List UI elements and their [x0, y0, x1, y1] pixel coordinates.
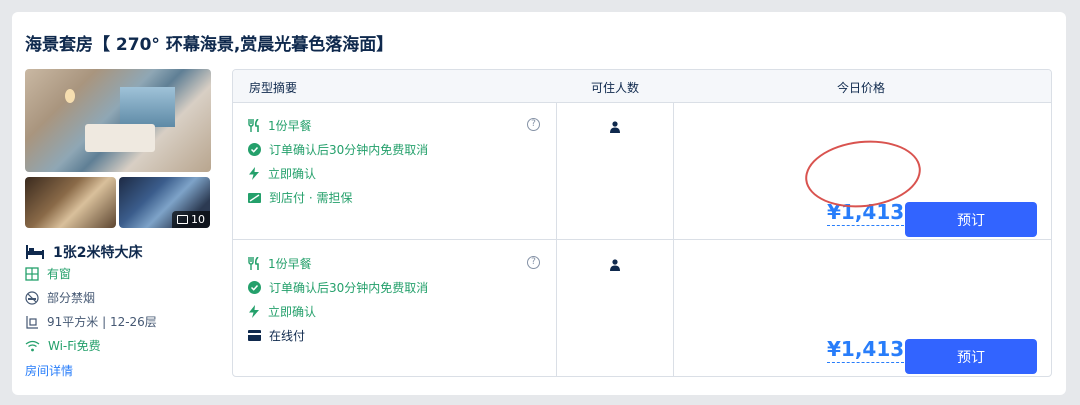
payment-label: 在线付: [269, 329, 306, 343]
area-icon: [26, 315, 38, 329]
no-smoking-icon: [25, 290, 39, 305]
payment-feature: 在线付: [248, 327, 305, 344]
room-photo-thumb-1[interactable]: [25, 177, 116, 228]
wifi-attr: Wi-Fi免费: [25, 337, 101, 354]
photo-count-badge: 10: [172, 211, 210, 228]
card-icon: [248, 330, 261, 341]
question-icon[interactable]: ?: [527, 256, 540, 269]
person-icon: [610, 259, 620, 271]
wifi-label: Wi-Fi免费: [48, 339, 101, 353]
fork-knife-icon: [248, 119, 259, 132]
area-attr: 91平方米 | 12-26层: [25, 313, 157, 330]
header-occupancy: 可住人数: [591, 81, 640, 95]
bed-type: 1张2米特大床: [25, 242, 142, 262]
photo-count: 10: [191, 213, 205, 226]
confirm-feature: 立即确认: [248, 303, 316, 320]
window-attr: 有窗: [25, 265, 71, 282]
payment-feature: 到店付 · 需担保: [248, 189, 352, 206]
question-icon[interactable]: ?: [527, 118, 540, 131]
header-price: 今日价格: [837, 81, 886, 95]
rate-table: 房型摘要 可住人数 今日价格 1份早餐 ? 订单确认后30分钟内免费取消 立即确…: [232, 69, 1052, 377]
table-row: 1份早餐 ? 订单确认后30分钟内免费取消 立即确认: [233, 103, 1051, 240]
confirm-label: 立即确认: [268, 305, 317, 319]
lightning-icon: [249, 167, 259, 180]
window-icon: [25, 266, 39, 281]
breakfast-label: 1份早餐: [268, 257, 312, 271]
person-icon: [610, 121, 620, 133]
payment-label: 到店付 · 需担保: [269, 191, 353, 205]
room-photo-thumb-2[interactable]: 10: [119, 177, 210, 228]
area-label: 91平方米 | 12-26层: [47, 315, 157, 329]
cancel-feature: 订单确认后30分钟内免费取消: [248, 141, 428, 158]
confirm-feature: 立即确认: [248, 165, 316, 182]
room-photo-main[interactable]: [25, 69, 211, 172]
image-icon: [177, 215, 188, 224]
price[interactable]: ¥1,413: [827, 337, 905, 363]
book-button[interactable]: 预订: [905, 339, 1037, 374]
breakfast-feature: 1份早餐: [248, 255, 312, 272]
cancel-feature: 订单确认后30分钟内免费取消: [248, 279, 428, 296]
book-button[interactable]: 预订: [905, 202, 1037, 237]
header-summary: 房型摘要: [249, 81, 298, 95]
smoking-attr: 部分禁烟: [25, 289, 95, 306]
table-row: 1份早餐 ? 订单确认后30分钟内免费取消 立即确认: [233, 241, 1051, 376]
lightning-icon: [249, 305, 259, 318]
breakfast-feature: 1份早餐: [248, 117, 312, 134]
room-title: 海景套房【 270° 环幕海景,赏晨光暮色落海面】: [25, 35, 394, 55]
bed-icon: [26, 245, 44, 259]
bed-label: 1张2米特大床: [53, 245, 143, 261]
check-circle-icon: [248, 281, 261, 294]
cancel-label: 订单确认后30分钟内免费取消: [269, 143, 429, 157]
table-header: 房型摘要 可住人数 今日价格: [233, 70, 1051, 103]
pay-at-hotel-icon: [248, 192, 261, 203]
room-card: 海景套房【 270° 环幕海景,赏晨光暮色落海面】 10 1张2米特大床 有窗: [12, 12, 1066, 395]
smoking-label: 部分禁烟: [47, 291, 96, 305]
cancel-label: 订单确认后30分钟内免费取消: [269, 281, 429, 295]
check-circle-icon: [248, 143, 261, 156]
fork-knife-icon: [248, 257, 259, 270]
confirm-label: 立即确认: [268, 167, 317, 181]
room-detail-link[interactable]: 房间详情: [25, 362, 73, 379]
wifi-icon: [25, 340, 40, 351]
breakfast-label: 1份早餐: [268, 119, 312, 133]
window-label: 有窗: [47, 267, 72, 281]
